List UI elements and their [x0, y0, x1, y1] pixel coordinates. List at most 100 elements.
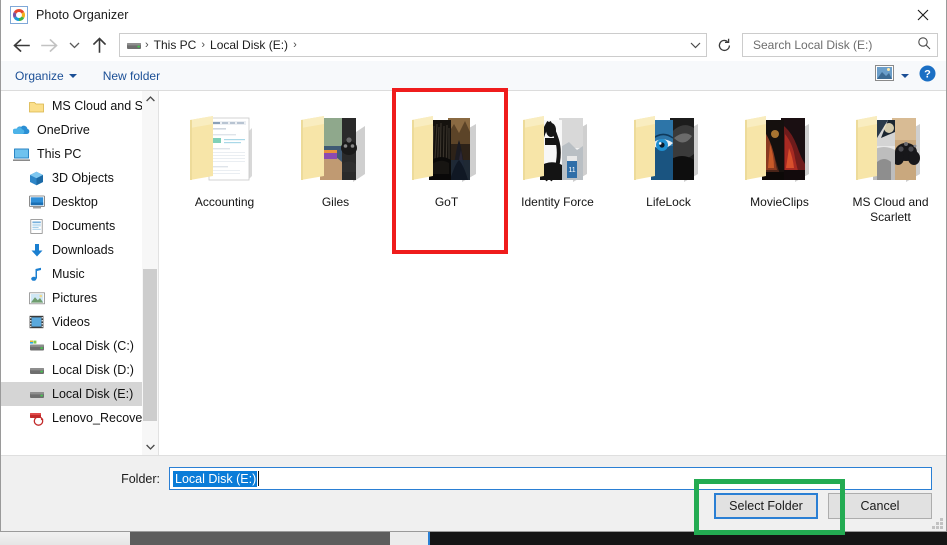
folder-item-got[interactable]: GoT	[391, 101, 502, 225]
new-folder-label: New folder	[102, 68, 161, 83]
videos-film-icon	[28, 314, 45, 331]
cancel-button[interactable]: Cancel	[828, 493, 932, 519]
forward-arrow-icon	[35, 32, 63, 58]
sidebar-item-label: Videos	[52, 315, 90, 329]
organize-label: Organize	[15, 68, 64, 83]
sidebar-item-local-disk-c[interactable]: Local Disk (C:)	[1, 334, 158, 358]
sidebar-item-onedrive[interactable]: OneDrive	[1, 118, 158, 142]
search-icon[interactable]	[917, 36, 931, 55]
dialog-buttons: Select Folder Cancel	[714, 493, 932, 519]
cancel-label: Cancel	[860, 499, 900, 513]
sidebar-item-label: Downloads	[52, 243, 114, 257]
sidebar-list: MS Cloud and S OneDrive This PC 3D Objec…	[1, 91, 158, 430]
refresh-icon[interactable]	[712, 33, 736, 57]
breadcrumb-local-disk-e[interactable]: Local Disk (E:)	[206, 38, 292, 52]
title-bar: Photo Organizer	[1, 0, 946, 29]
sidebar-item-videos[interactable]: Videos	[1, 310, 158, 334]
this-pc-monitor-icon	[13, 146, 30, 163]
view-layout-icon[interactable]	[875, 65, 894, 86]
up-arrow-icon[interactable]	[85, 32, 113, 58]
select-folder-button[interactable]: Select Folder	[714, 493, 818, 519]
folder-item-identity-force[interactable]: 11 Identity Force	[502, 101, 613, 225]
back-arrow-icon[interactable]	[7, 32, 35, 58]
scroll-up-icon[interactable]	[142, 91, 158, 107]
help-button[interactable]: ?	[919, 65, 936, 87]
navigation-sidebar: MS Cloud and S OneDrive This PC 3D Objec…	[1, 91, 159, 455]
folder-item-lifelock[interactable]: LifeLock	[613, 101, 724, 225]
folder-label: LifeLock	[646, 195, 691, 209]
screen: Photo Organizer › This PC › Local Disk (…	[0, 0, 947, 545]
breadcrumb-separator: ›	[293, 39, 297, 51]
sidebar-item-downloads[interactable]: Downloads	[1, 238, 158, 262]
search-box[interactable]	[742, 33, 938, 57]
controller-photo-preview	[848, 104, 934, 190]
scrollbar-thumb[interactable]	[143, 269, 157, 421]
command-bar-right: ?	[875, 65, 936, 87]
sidebar-item-lenovo-recovery[interactable]: Lenovo_Recover	[1, 406, 158, 430]
pictures-icon	[28, 290, 45, 307]
sidebar-item-desktop[interactable]: Desktop	[1, 190, 158, 214]
recent-locations-chevron-icon[interactable]	[63, 32, 85, 58]
sidebar-item-label: Local Disk (C:)	[52, 339, 134, 353]
text-caret	[258, 471, 260, 486]
sidebar-item-label: OneDrive	[37, 123, 90, 137]
sidebar-item-local-disk-d[interactable]: Local Disk (D:)	[1, 358, 158, 382]
folder-item-movieclips[interactable]: MovieClips	[724, 101, 835, 225]
folder-label: MS Cloud and Scarlett	[852, 195, 929, 224]
sidebar-item-label: This PC	[37, 147, 82, 161]
sidebar-item-documents[interactable]: Documents	[1, 214, 158, 238]
system-drive-icon	[28, 338, 45, 355]
help-question-icon[interactable]: ?	[919, 65, 936, 87]
navigation-bar: › This PC › Local Disk (E:) ›	[1, 29, 946, 61]
folder-label: Giles	[321, 195, 350, 209]
sidebar-item-label: Local Disk (D:)	[52, 363, 134, 377]
sidebar-scrollbar[interactable]	[142, 91, 158, 455]
sidebar-item-local-disk-e[interactable]: Local Disk (E:)	[1, 382, 158, 406]
action-scene-photo-preview	[737, 104, 823, 190]
chevron-down-icon	[68, 73, 77, 78]
svg-text:?: ?	[924, 68, 931, 80]
address-dropdown-icon[interactable]	[684, 34, 706, 56]
folder-picker-dialog: Photo Organizer › This PC › Local Disk (…	[0, 0, 947, 532]
folder-item-accounting[interactable]: Accounting	[169, 101, 280, 225]
address-bar[interactable]: › This PC › Local Disk (E:) ›	[119, 33, 707, 57]
drive-icon	[126, 37, 142, 53]
sidebar-item-music[interactable]: Music	[1, 262, 158, 286]
blue-eye-photo-preview	[626, 104, 712, 190]
file-list-pane[interactable]: Accounting Giles GoT 11 Identity Force L…	[159, 91, 946, 455]
window-title: Photo Organizer	[36, 7, 129, 22]
gamepad-photo-preview	[293, 104, 379, 190]
sidebar-item-label: Desktop	[52, 195, 98, 209]
close-button[interactable]	[900, 0, 946, 29]
organize-menu[interactable]: Organize	[15, 69, 77, 83]
scroll-down-icon[interactable]	[142, 439, 158, 455]
search-input[interactable]	[751, 37, 917, 53]
folder-item-giles[interactable]: Giles	[280, 101, 391, 225]
desktop-icon	[28, 194, 45, 211]
chevron-down-icon[interactable]	[901, 73, 909, 78]
folder-input[interactable]: Local Disk (E:)	[169, 467, 932, 490]
sidebar-item-label: Documents	[52, 219, 116, 233]
svg-text:11: 11	[568, 167, 575, 174]
command-bar: Organize New folder ?	[1, 61, 946, 91]
sidebar-item-label: MS Cloud and S	[52, 99, 144, 113]
folder-label: Identity Force	[521, 195, 594, 209]
folder-label: GoT	[434, 195, 459, 209]
new-folder-button[interactable]: New folder	[103, 69, 160, 83]
folder-field-label: Folder:	[121, 471, 160, 486]
sidebar-item-label: Music	[52, 267, 85, 281]
sidebar-item-3d-objects[interactable]: 3D Objects	[1, 166, 158, 190]
resize-grip-icon[interactable]	[931, 517, 943, 529]
select-folder-label: Select Folder	[729, 499, 803, 513]
sidebar-item-label: Local Disk (E:)	[52, 387, 134, 401]
breadcrumb-this-pc[interactable]: This PC	[150, 38, 201, 52]
folder-grid: Accounting Giles GoT 11 Identity Force L…	[159, 91, 946, 225]
sidebar-item-ms-cloud-and-s[interactable]: MS Cloud and S	[1, 94, 158, 118]
sidebar-item-pictures[interactable]: Pictures	[1, 286, 158, 310]
sidebar-item-label: 3D Objects	[52, 171, 114, 185]
recovery-drive-icon	[28, 410, 45, 427]
folder-item-ms-cloud-and-scarlett[interactable]: MS Cloud and Scarlett	[835, 101, 946, 225]
sidebar-item-this-pc[interactable]: This PC	[1, 142, 158, 166]
documents-icon	[28, 218, 45, 235]
view-layout-button[interactable]	[875, 65, 909, 86]
